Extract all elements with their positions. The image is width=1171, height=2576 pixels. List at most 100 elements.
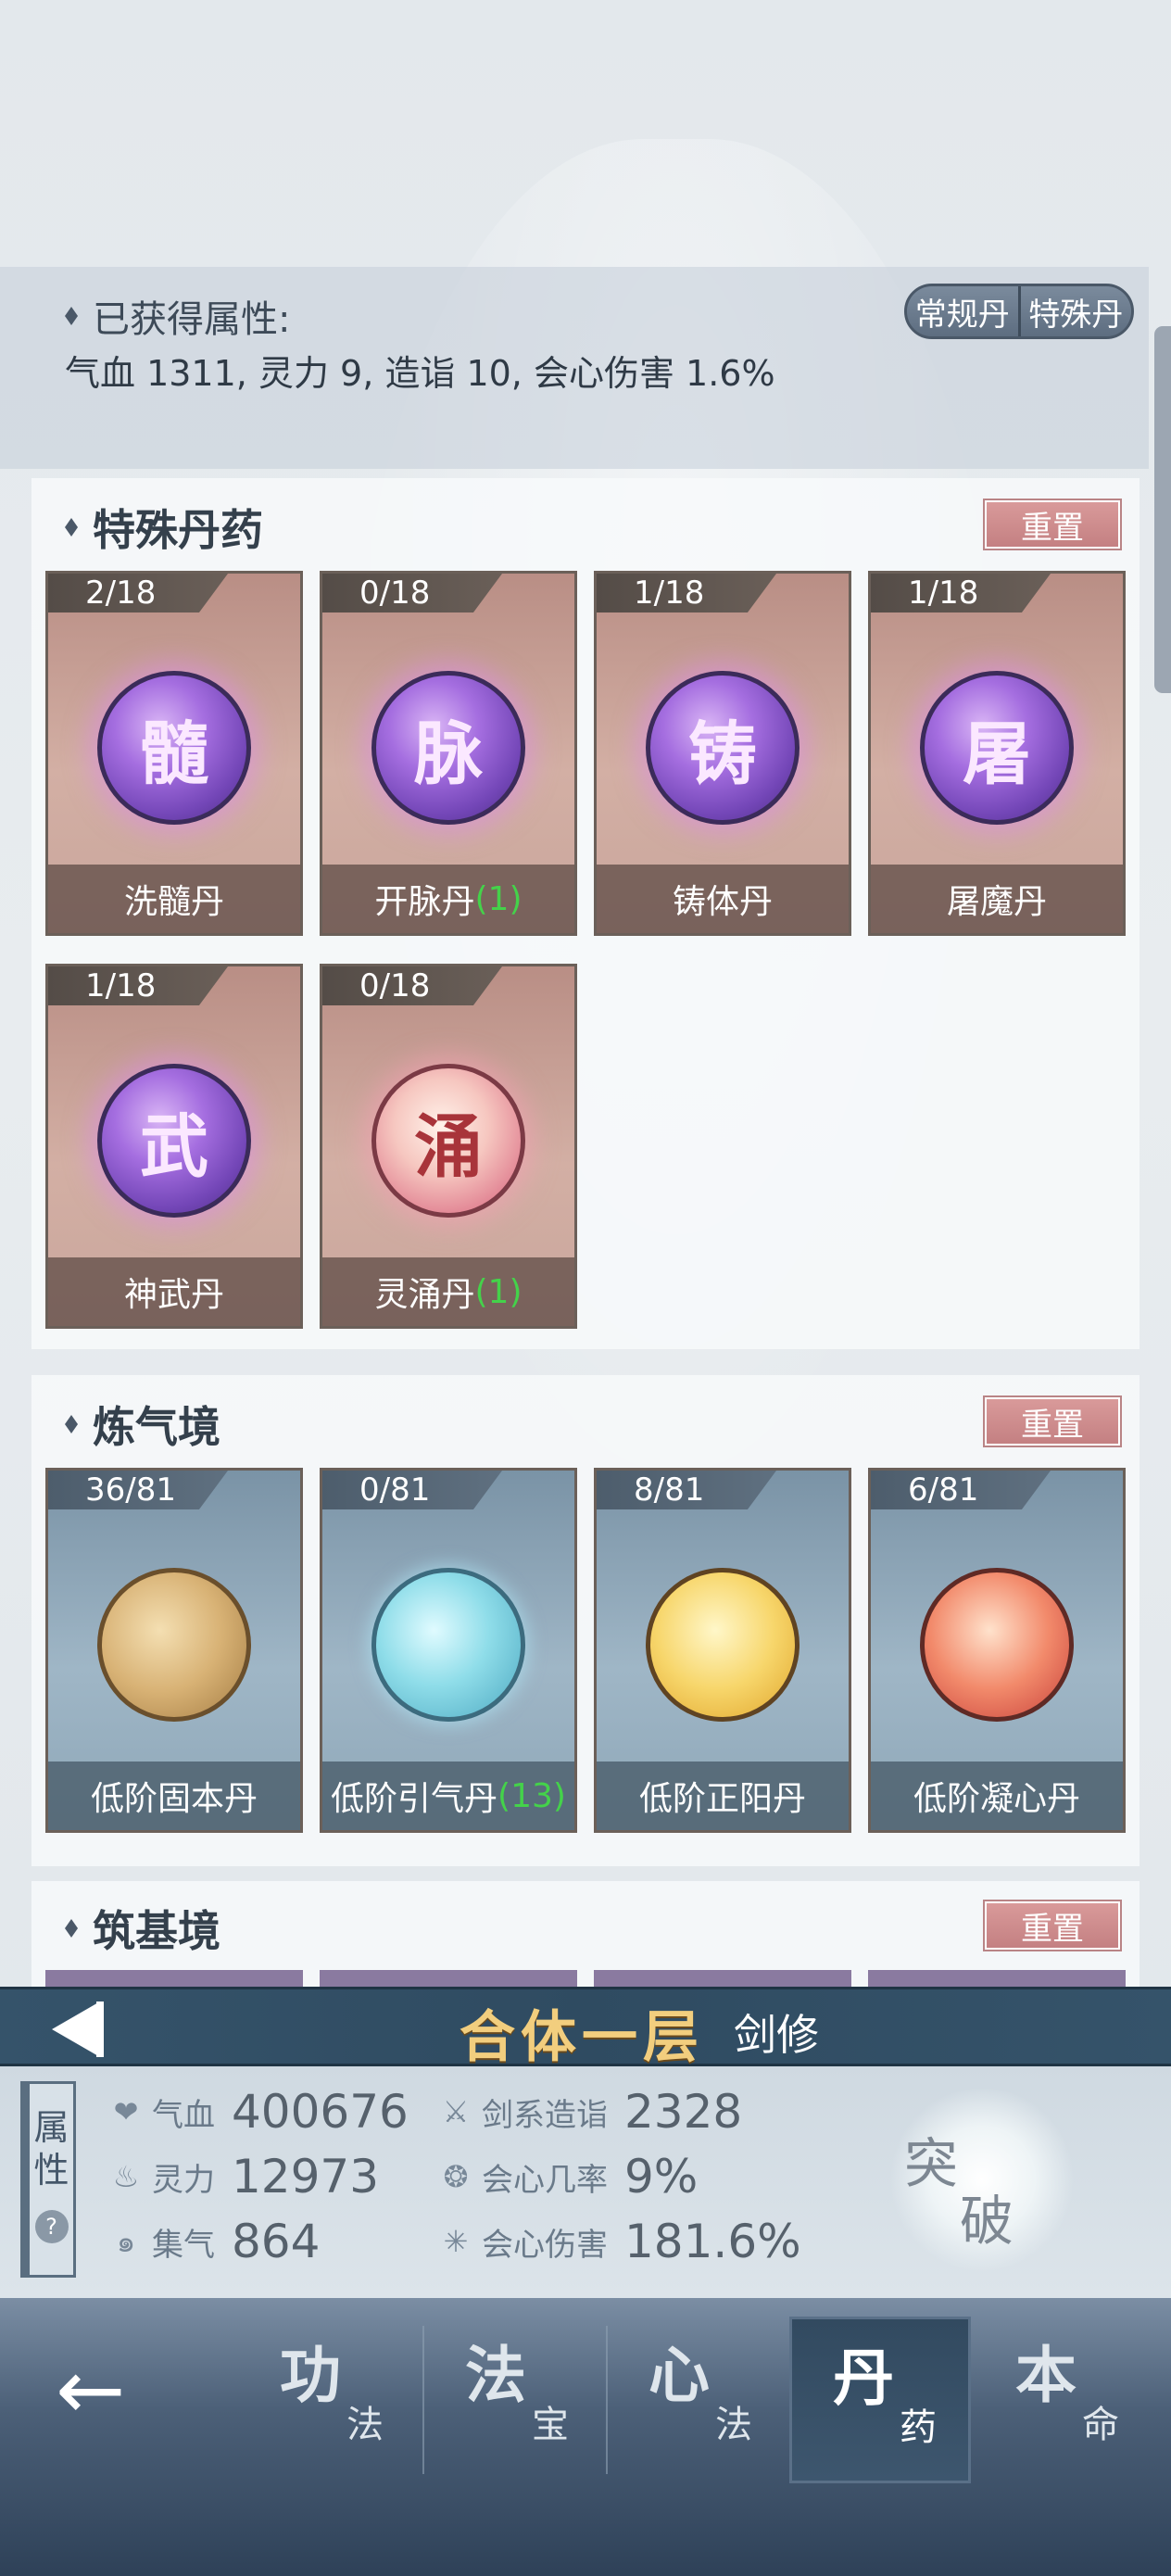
tab-techniques[interactable]: 功 法: [239, 2317, 421, 2483]
pill-name: 低阶引气丹 (13): [322, 1762, 574, 1830]
obtained-attributes-summary: 气血 1311, 灵力 9, 造诣 10, 会心伤害 1.6%: [65, 353, 775, 394]
diamond-bullet-icon: [65, 1415, 78, 1433]
pill-card-lingyong[interactable]: 0/18 涌 灵涌丹 (1): [320, 964, 577, 1329]
tab-mind-methods[interactable]: 心 法: [608, 2317, 789, 2483]
toggle-special-pills[interactable]: 特殊丹: [1020, 286, 1131, 336]
section-title-text: 特殊丹药: [93, 505, 263, 555]
pill-name-text: 开脉丹: [374, 883, 475, 921]
diamond-bullet-icon: [65, 1919, 78, 1938]
pill-card-xisui[interactable]: 2/18 髓 洗髓丹: [45, 571, 303, 936]
cultivation-stage-name: 合体一层: [460, 2005, 704, 2070]
tab-treasures[interactable]: 法 宝: [424, 2317, 606, 2483]
pill-card-shenwu[interactable]: 1/18 武 神武丹: [45, 964, 303, 1329]
reset-button-foundation[interactable]: 重置: [985, 1901, 1120, 1950]
pill-owned-count: (13): [497, 1776, 566, 1815]
burst-icon: ✳: [443, 2224, 469, 2259]
section-title-special-pills: 特殊丹药: [65, 497, 263, 558]
pill-name-text: 低阶正阳丹: [638, 1780, 806, 1818]
tab-label-big: 法: [465, 2339, 526, 2411]
pill-count: 0/18: [322, 966, 502, 1005]
pill-name-text: 神武丹: [123, 1276, 224, 1314]
pill-count: 2/18: [48, 574, 228, 612]
pill-orb-icon: 脉: [371, 671, 525, 825]
tab-destiny[interactable]: 本 命: [975, 2317, 1156, 2483]
pill-orb-icon: 屠: [920, 671, 1074, 825]
pill-orb-icon: 髓: [97, 671, 251, 825]
diamond-bullet-icon: [65, 307, 78, 325]
pill-card-guben[interactable]: 36/81 低阶固本丹: [45, 1468, 303, 1833]
stat-label: 会心几率: [482, 2161, 608, 2199]
stat-label: 集气: [152, 2226, 215, 2264]
tab-label-small: 药: [900, 2406, 937, 2449]
pill-orb-icon: 铸: [646, 671, 800, 825]
stat-value: 400676: [232, 2085, 409, 2139]
pill-card-zhengyang[interactable]: 8/81 低阶正阳丹: [594, 1468, 851, 1833]
character-class: 剑修: [734, 2010, 819, 2060]
stat-label: 会心伤害: [482, 2226, 608, 2264]
pill-name-text: 铸体丹: [672, 883, 773, 921]
pill-owned-count: (1): [474, 1272, 523, 1311]
stat-value: 864: [232, 2215, 321, 2268]
stat-spirit-power: ♨ 灵力 12973: [107, 2150, 379, 2203]
section-title-text: 筑基境: [93, 1906, 220, 1956]
sword-icon: ⚔: [442, 2094, 470, 2129]
diamond-bullet-icon: [65, 518, 78, 537]
tab-label-small: 法: [715, 2404, 752, 2446]
stat-label: 气血: [152, 2096, 215, 2134]
stat-value: 181.6%: [624, 2215, 801, 2268]
tab-label-big: 丹: [833, 2342, 894, 2414]
pill-card-tumo[interactable]: 1/18 屠 屠魔丹: [868, 571, 1126, 936]
stat-hp: ❤ 气血 400676: [107, 2085, 409, 2139]
pill-card-yinqi[interactable]: 0/81 低阶引气丹 (13): [320, 1468, 577, 1833]
tab-label-small: 法: [346, 2404, 384, 2446]
flame-icon: ♨: [112, 2159, 140, 2194]
swirl-icon: ๑: [116, 2223, 136, 2259]
stat-value: 9%: [624, 2150, 699, 2203]
back-arrow-icon[interactable]: ←: [56, 2349, 148, 2432]
pill-card-partial[interactable]: [868, 1970, 1126, 1989]
pill-orb-icon: [371, 1568, 525, 1722]
help-icon[interactable]: ?: [34, 2210, 69, 2243]
section-title-foundation: 筑基境: [65, 1898, 220, 1959]
section-title-qi-refining: 炼气境: [65, 1394, 220, 1455]
breakthrough-label[interactable]: 突: [904, 2120, 958, 2198]
tab-label-big: 功: [280, 2339, 341, 2411]
breakthrough-label[interactable]: 破: [960, 2178, 1014, 2255]
pill-card-ningxin[interactable]: 6/81 低阶凝心丹: [868, 1468, 1126, 1833]
pill-name: 低阶固本丹: [48, 1762, 300, 1830]
back-play-icon[interactable]: [52, 2001, 100, 2057]
pill-name: 铸体丹: [597, 865, 849, 933]
reset-button-special-pills[interactable]: 重置: [985, 500, 1120, 549]
pill-name-text: 低阶引气丹: [331, 1780, 498, 1818]
tab-label-small: 命: [1082, 2404, 1119, 2446]
pill-name: 低阶正阳丹: [597, 1762, 849, 1830]
reset-button-qi-refining[interactable]: 重置: [985, 1397, 1120, 1446]
obtained-attributes-title: 已获得属性:: [65, 289, 290, 343]
pill-name: 屠魔丹: [871, 865, 1123, 933]
pill-count: 1/18: [871, 574, 1051, 612]
stat-sword-mastery: ⚔ 剑系造诣 2328: [437, 2085, 743, 2139]
pill-type-toggle[interactable]: 常规丹 特殊丹: [904, 284, 1134, 339]
obtained-attributes-title-text: 已获得属性:: [93, 298, 291, 341]
tab-label-big: 本: [1015, 2339, 1077, 2411]
toggle-regular-pills[interactable]: 常规丹: [907, 286, 1021, 336]
stat-label: 剑系造诣: [482, 2096, 608, 2134]
pill-card-partial[interactable]: [320, 1970, 577, 1989]
pill-orb-icon: [646, 1568, 800, 1722]
pill-orb-icon: 涌: [371, 1064, 525, 1218]
tab-pills[interactable]: 丹 药: [789, 2317, 971, 2483]
pill-card-partial[interactable]: [594, 1970, 851, 1989]
pill-name-text: 低阶凝心丹: [913, 1780, 1080, 1818]
pill-name: 灵涌丹 (1): [322, 1257, 574, 1326]
scrollbar-thumb[interactable]: [1154, 326, 1171, 693]
pill-card-kaimai[interactable]: 0/18 脉 开脉丹 (1): [320, 571, 577, 936]
tab-label-small: 宝: [532, 2404, 569, 2446]
pill-count: 0/18: [322, 574, 502, 612]
back-play-icon-bar[interactable]: [96, 2001, 104, 2057]
pill-count: 1/18: [597, 574, 776, 612]
stat-crit-rate: ❂ 会心几率 9%: [437, 2150, 699, 2203]
pill-card-partial[interactable]: [45, 1970, 303, 1989]
pill-card-zhuti[interactable]: 1/18 铸 铸体丹: [594, 571, 851, 936]
attributes-tab[interactable]: 属 性 ?: [20, 2081, 76, 2278]
stat-value: 2328: [624, 2085, 743, 2139]
